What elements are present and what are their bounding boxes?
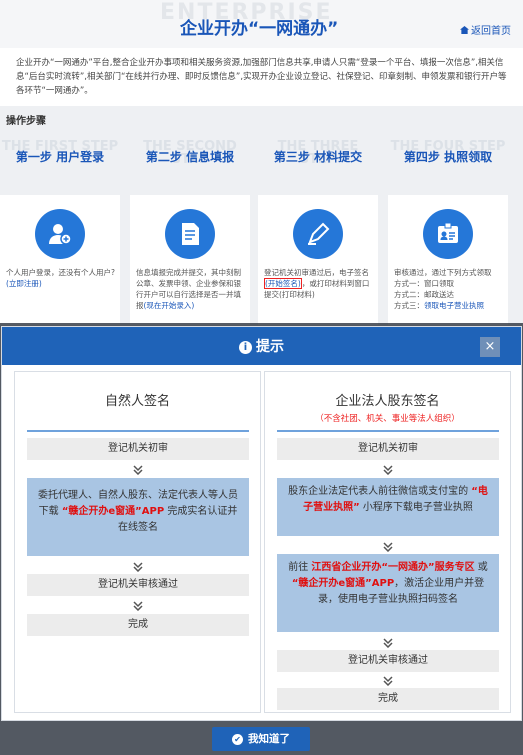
user-add-icon: [35, 209, 85, 259]
step-1-title: 第一步 用户登录: [15, 150, 105, 164]
corporate-shareholder-column: 企业法人股东签名 （不含社团、机关、事业等法人组织） 登记机关初审 股东企业法定…: [264, 371, 511, 713]
pickup-method-3: 方式三：: [394, 301, 424, 310]
dialog-header: i 提示 ×: [2, 327, 521, 365]
chevron-down-icon: [133, 562, 143, 572]
steps-heading: 操作步骤: [6, 116, 46, 127]
acknowledge-button[interactable]: ✔ 我知道了: [212, 727, 310, 751]
step-2-title: 第二步 信息填报: [145, 150, 235, 164]
chevron-down-icon: [383, 638, 393, 648]
step-4-title: 第四步 执照领取: [403, 150, 493, 164]
right-step-approved: 登记机关审核通过: [277, 650, 499, 672]
step-3-text: 登记机关初审通过后，电子签名(开始签名)，或打印材料到窗口提交(打印材料): [264, 267, 374, 300]
start-sign-link[interactable]: (开始签名): [264, 278, 302, 289]
divider: [27, 430, 249, 432]
home-icon: [460, 26, 469, 34]
step-2-card: 信息填报完成并提交，其中刻制公章、发票申领、企业参保和银行开户可以自行选择是否一…: [130, 195, 250, 325]
top-banner: ENTERPRISE 企业开办“一网通办” 返回首页: [0, 0, 523, 48]
right-step1-text-a: 股东企业法定代表人前往微信或支付宝的: [288, 486, 472, 497]
step-4-head: THE FOUR STEP 第四步 执照领取: [388, 140, 508, 180]
step-2-head: THE SECOND STEP 第二步 信息填报: [130, 140, 250, 180]
start-entry-link[interactable]: (现在开始录入): [144, 301, 195, 310]
left-step-approved: 登记机关审核通过: [27, 574, 249, 596]
natural-person-column: 自然人签名 登记机关初审 委托代理人、自然人股东、法定代表人等人员下载 “赣企开…: [14, 371, 261, 713]
right-step-activate-sign: 前往 江西省企业开办“一网通办”服务专区 或 “赣企开办e窗通”APP，激活企业…: [277, 554, 499, 632]
corporate-shareholder-note: （不含社团、机关、事业等法人组织）: [315, 414, 460, 424]
license-card-icon: [423, 209, 473, 259]
acknowledge-label: 我知道了: [248, 733, 290, 745]
pen-icon: [293, 209, 343, 259]
right-step-download-license: 股东企业法定代表人前往微信或支付宝的 “电子营业执照” 小程序下载电子营业执照: [277, 478, 499, 536]
close-button[interactable]: ×: [480, 337, 500, 357]
divider: [277, 430, 499, 432]
step-4-card: 审核通过，通过下列方式领取 方式一：窗口领取 方式二：邮政送达 方式三：领取电子…: [388, 195, 508, 325]
document-icon: [165, 209, 215, 259]
home-link-label: 返回首页: [471, 26, 511, 37]
step-4-text: 审核通过，通过下列方式领取 方式一：窗口领取 方式二：邮政送达 方式三：领取电子…: [394, 267, 504, 311]
left-step-complete: 完成: [27, 614, 249, 636]
left-step-download-app: 委托代理人、自然人股东、法定代表人等人员下载 “赣企开办e窗通”APP 完成实名…: [27, 478, 249, 556]
right-step1-text-b: 小程序下载电子营业执照: [359, 502, 473, 513]
chevron-down-icon: [383, 676, 393, 686]
step-1-head: THE FIRST STEP 第一步 用户登录: [0, 140, 120, 180]
page-title: 企业开办“一网通办”: [180, 19, 339, 39]
dialog-title-text: 提示: [256, 339, 284, 355]
step-3-title: 第三步 材料提交: [273, 150, 363, 164]
home-link[interactable]: 返回首页: [460, 22, 511, 37]
step-1-text: 个人用户登录，还没有个人用户? (立即注册): [6, 267, 116, 289]
check-icon: ✔: [232, 734, 243, 745]
step-3-head: THE THREE STEP 第三步 材料提交: [258, 140, 378, 180]
app-name-highlight: “赣企开办e窗通”APP: [61, 506, 165, 517]
natural-person-title: 自然人签名: [104, 394, 170, 409]
right-step2-text-a: 前往: [288, 562, 312, 573]
left-step-initial-review: 登记机关初审: [27, 438, 249, 460]
intro-text: 企业开办“一网通办”平台,整合企业开办事项和相关服务资源,加强部门信息共享,申请…: [0, 48, 523, 106]
e-license-link[interactable]: 领取电子营业执照: [424, 301, 484, 310]
right-step-complete: 完成: [277, 688, 499, 710]
dialog-title: i 提示: [2, 336, 521, 356]
step-1-desc: 个人用户登录，还没有个人用户?: [6, 268, 115, 277]
app-name-highlight: “赣企开办e窗通”APP: [291, 578, 395, 589]
info-icon: i: [239, 341, 252, 354]
tip-dialog: i 提示 × 自然人签名 登记机关初审 委托代理人、自然人股东、法定代表人等人员下…: [1, 326, 522, 721]
right-step2-text-b: 或: [474, 562, 488, 573]
register-link[interactable]: (立即注册): [6, 279, 42, 288]
pickup-method-2: 方式二：邮政送达: [394, 290, 454, 299]
chevron-down-icon: [383, 542, 393, 552]
step-2-text: 信息填报完成并提交，其中刻制公章、发票申领、企业参保和银行开户可以自行选择是否一…: [136, 267, 246, 311]
chevron-down-icon: [133, 601, 143, 611]
right-step-initial-review: 登记机关初审: [277, 438, 499, 460]
step-1-card: 个人用户登录，还没有个人用户? (立即注册): [0, 195, 120, 325]
step-3-card: 登记机关初审通过后，电子签名(开始签名)，或打印材料到窗口提交(打印材料): [258, 195, 378, 325]
service-zone-highlight: 江西省企业开办“一网通办”服务专区: [311, 562, 475, 573]
step-4-desc: 审核通过，通过下列方式领取: [394, 268, 492, 277]
step-3-desc: 登记机关初审通过后，电子签名: [264, 268, 369, 277]
chevron-down-icon: [383, 465, 393, 475]
corporate-shareholder-title: 企业法人股东签名: [335, 394, 440, 409]
pickup-method-1: 方式一：窗口领取: [394, 279, 454, 288]
chevron-down-icon: [133, 465, 143, 475]
